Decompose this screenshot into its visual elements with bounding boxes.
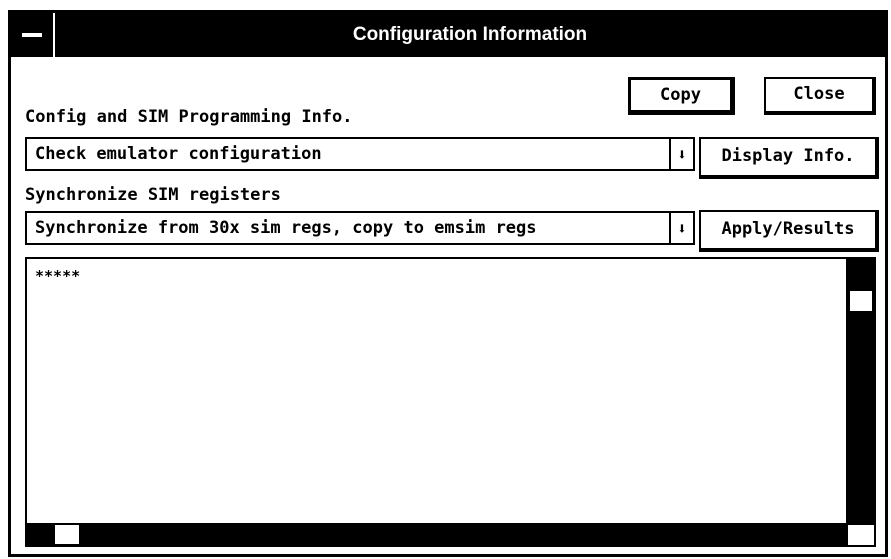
vertical-scroll-thumb[interactable] [850, 291, 872, 311]
config-label: Config and SIM Programming Info. [25, 107, 353, 127]
window-title: Configuration Information [352, 24, 588, 45]
sync-dropdown[interactable]: Synchronize from 30x sim regs, copy to e… [25, 211, 695, 245]
horizontal-scroll-thumb[interactable] [55, 525, 79, 544]
display-info-button[interactable]: Display Info. [699, 137, 879, 179]
down-arrow-icon[interactable]: ⬇ [669, 213, 693, 243]
configuration-information-window: Configuration Information Copy Close Con… [8, 10, 888, 557]
config-dropdown[interactable]: Check emulator configuration ⬇ [25, 137, 695, 171]
size-grip [846, 523, 874, 545]
sync-label: Synchronize SIM registers [25, 185, 281, 205]
copy-button[interactable]: Copy [628, 77, 735, 115]
vertical-scrollbar[interactable] [846, 259, 874, 526]
down-arrow-icon[interactable]: ⬇ [669, 139, 693, 169]
output-text: ***** [35, 267, 81, 285]
title-bar[interactable]: Configuration Information [11, 13, 885, 57]
config-selected-value: Check emulator configuration [35, 144, 322, 164]
system-menu-icon[interactable] [11, 13, 55, 57]
sync-selected-value: Synchronize from 30x sim regs, copy to e… [35, 218, 537, 238]
close-button[interactable]: Close [764, 77, 876, 115]
apply-results-button[interactable]: Apply/Results [699, 210, 879, 252]
output-text-area[interactable]: ***** [25, 257, 876, 547]
horizontal-scrollbar[interactable] [27, 523, 876, 545]
